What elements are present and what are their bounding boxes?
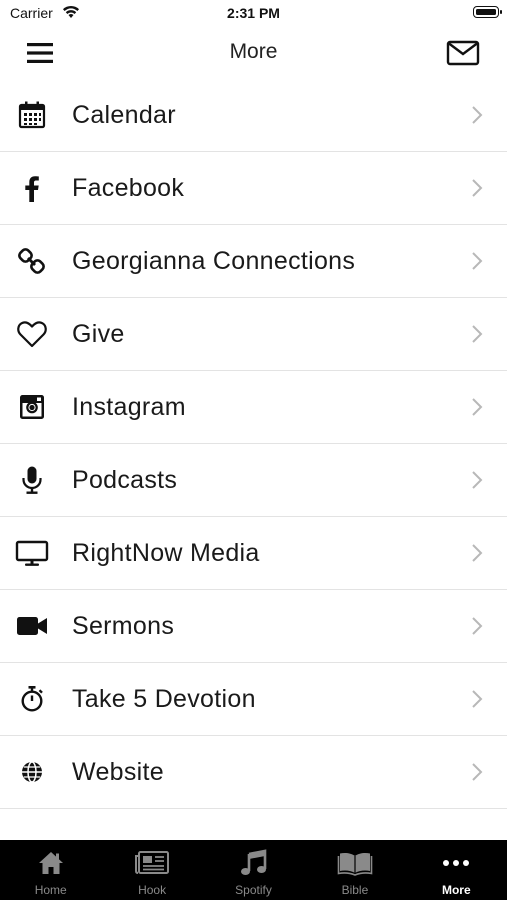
open-book-icon (335, 849, 375, 877)
status-time: 2:31 PM (227, 5, 280, 21)
music-note-icon (234, 849, 274, 877)
calendar-icon (14, 99, 50, 131)
list-item-website[interactable]: Website (0, 736, 507, 809)
tab-more[interactable]: More (406, 840, 507, 900)
tab-label: Spotify (235, 883, 272, 897)
monitor-icon (14, 537, 50, 569)
tab-bar: Home Hook Spotify Bible More (0, 840, 507, 900)
globe-icon (14, 756, 50, 788)
list-item-facebook[interactable]: Facebook (0, 152, 507, 225)
chevron-right-icon (472, 325, 483, 343)
list-item-calendar[interactable]: Calendar (0, 79, 507, 152)
battery-icon (473, 6, 502, 18)
heart-icon (14, 318, 50, 350)
more-list: Calendar Facebook Georgianna Connections (0, 79, 507, 809)
tab-label: More (441, 883, 471, 897)
list-item-take-5-devotion[interactable]: Take 5 Devotion (0, 663, 507, 736)
list-item-label: Instagram (72, 393, 186, 421)
microphone-icon (14, 464, 50, 496)
chevron-right-icon (472, 398, 483, 416)
chevron-right-icon (472, 690, 483, 708)
chevron-right-icon (472, 617, 483, 635)
page-title: More (229, 40, 278, 63)
list-item-label: Give (72, 320, 125, 348)
tab-label: Home (34, 883, 67, 897)
list-item-label: RightNow Media (72, 539, 260, 567)
more-dots-icon (436, 849, 476, 877)
list-item-label: Calendar (72, 101, 176, 129)
tab-label: Bible (341, 883, 369, 897)
messages-button[interactable] (445, 39, 481, 67)
chevron-right-icon (472, 179, 483, 197)
house-icon (31, 849, 71, 877)
status-bar: Carrier 2:31 PM (0, 0, 507, 28)
list-item-label: Website (72, 758, 164, 786)
tab-home[interactable]: Home (0, 840, 101, 900)
chevron-right-icon (472, 252, 483, 270)
list-item-podcasts[interactable]: Podcasts (0, 444, 507, 517)
tab-bible[interactable]: Bible (304, 840, 405, 900)
chevron-right-icon (472, 544, 483, 562)
chevron-right-icon (472, 106, 483, 124)
list-item-label: Podcasts (72, 466, 178, 494)
video-camera-icon (14, 610, 50, 642)
list-item-rightnow-media[interactable]: RightNow Media (0, 517, 507, 590)
list-item-label: Take 5 Devotion (72, 685, 256, 713)
link-icon (14, 245, 50, 277)
list-item-sermons[interactable]: Sermons (0, 590, 507, 663)
list-item-georgianna-connections[interactable]: Georgianna Connections (0, 225, 507, 298)
list-item-give[interactable]: Give (0, 298, 507, 371)
tab-spotify[interactable]: Spotify (203, 840, 304, 900)
list-item-label: Facebook (72, 174, 185, 202)
newspaper-icon (132, 849, 172, 877)
chevron-right-icon (472, 763, 483, 781)
tab-label: Hook (138, 883, 167, 897)
list-item-label: Sermons (72, 612, 175, 640)
facebook-icon (14, 172, 50, 204)
nav-bar: More (0, 28, 507, 78)
tab-hook[interactable]: Hook (101, 840, 202, 900)
list-item-label: Georgianna Connections (72, 247, 356, 275)
envelope-icon (446, 40, 480, 66)
list-item-instagram[interactable]: Instagram (0, 371, 507, 444)
stopwatch-icon (14, 683, 50, 715)
chevron-right-icon (472, 471, 483, 489)
instagram-icon (14, 391, 50, 423)
